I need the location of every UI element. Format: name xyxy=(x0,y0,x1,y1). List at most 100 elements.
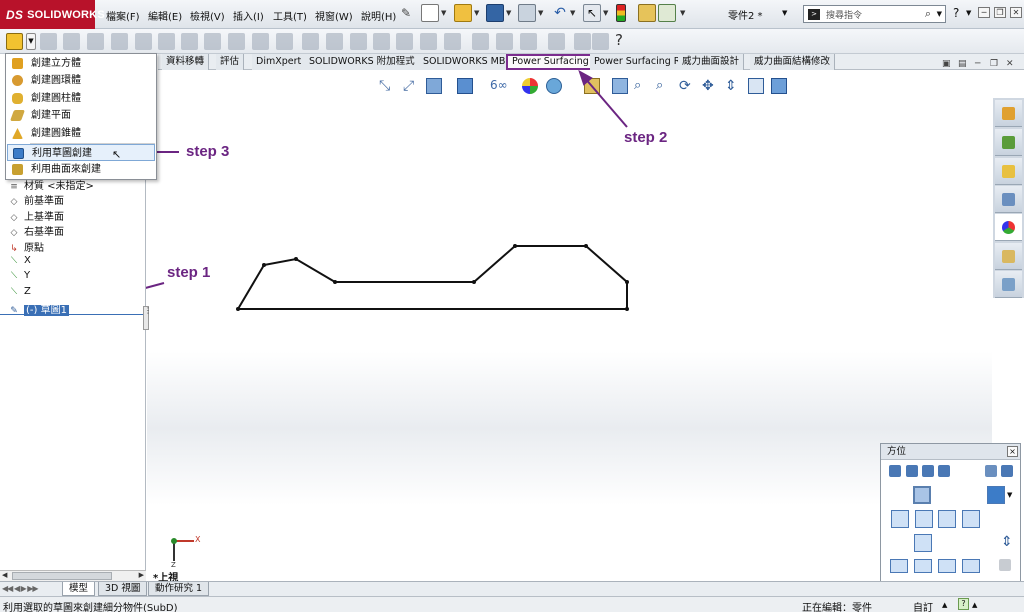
menu-item-label: 創建圓環體 xyxy=(31,75,81,86)
home-icon xyxy=(1002,107,1015,120)
chevron-down-icon[interactable]: ▼ xyxy=(1007,491,1012,499)
status-message: 利用選取的草圖來創建細分物件(SubD) xyxy=(3,603,178,612)
link-views-icon[interactable] xyxy=(999,559,1011,571)
menu-item-create-cylinder[interactable]: 創建圓柱體 xyxy=(7,90,155,107)
sketch-vertex xyxy=(294,257,298,261)
library-icon xyxy=(1002,136,1015,149)
two-view-vertical-icon[interactable] xyxy=(938,559,956,573)
tree-item-axis-x[interactable]: ⟍ X xyxy=(8,255,31,266)
view-top-icon[interactable] xyxy=(913,486,931,504)
file-explorer-tab[interactable] xyxy=(995,158,1022,185)
menu-item-create-plane[interactable]: 創建平面 xyxy=(7,107,155,124)
status-bar: 利用選取的草圖來創建細分物件(SubD) 正在編輯：零件 自訂 ▲ ? ▲ xyxy=(0,596,1024,612)
tree-item-axis-y[interactable]: ⟍ Y xyxy=(8,270,30,281)
axis-icon: ⟍ xyxy=(10,271,18,281)
folder-icon xyxy=(1002,165,1015,178)
triad-z-label: Z xyxy=(171,561,176,569)
tree-item-right-plane[interactable]: ◇ 右基準面 xyxy=(8,223,64,238)
tree-item-origin[interactable]: ↳ 原點 xyxy=(8,239,44,254)
two-view-horizontal-icon[interactable] xyxy=(914,559,932,573)
design-library-tab[interactable] xyxy=(995,129,1022,156)
view-front-icon[interactable] xyxy=(891,510,909,528)
view-tool-icon[interactable] xyxy=(906,465,918,477)
forum-tab[interactable] xyxy=(995,271,1022,298)
tab-motion-study[interactable]: 動作研究 1 xyxy=(148,582,210,596)
view-back-icon[interactable] xyxy=(915,510,933,528)
view-tool-icon[interactable] xyxy=(889,465,901,477)
scroll-right-icon[interactable]: ▶ xyxy=(139,571,144,579)
menu-item-create-from-surface[interactable]: 利用曲面來創建 xyxy=(7,161,155,178)
tree-item-top-plane[interactable]: ◇ 上基準面 xyxy=(8,208,64,223)
menu-item-create-cube[interactable]: 創建立方體 xyxy=(7,55,155,72)
scrollbar-thumb[interactable] xyxy=(12,572,112,580)
solidworks-resources-tab[interactable] xyxy=(995,100,1022,127)
cube-icon xyxy=(12,58,23,69)
tab-scroll-icon[interactable]: ◀◀ ◀ ▶ ▶▶ xyxy=(2,584,39,593)
custom-properties-tab[interactable] xyxy=(995,243,1022,270)
view-left-icon[interactable] xyxy=(938,510,956,528)
help-icon[interactable]: ? xyxy=(958,598,969,610)
sketch-subd-icon xyxy=(13,148,24,159)
menu-item-label: 創建圓錐體 xyxy=(31,128,81,139)
menu-item-label: 創建立方體 xyxy=(31,58,81,69)
tree-item-label: 前基準面 xyxy=(24,196,64,207)
single-view-icon[interactable] xyxy=(890,559,908,573)
sketch-vertex xyxy=(584,244,588,248)
origin-icon: ↳ xyxy=(10,244,18,254)
step2-label: step 2 xyxy=(624,129,668,146)
view-right-icon[interactable] xyxy=(962,510,980,528)
view-bottom-icon[interactable] xyxy=(914,534,932,552)
sketch-vertex xyxy=(236,307,240,311)
plane-icon: ◇ xyxy=(10,228,18,238)
view-tool-icon[interactable] xyxy=(922,465,934,477)
step3-label: step 3 xyxy=(186,143,230,160)
appearance-icon xyxy=(1002,221,1015,234)
units-selector[interactable]: 自訂 xyxy=(913,599,933,612)
tree-item-label: 原點 xyxy=(24,243,44,254)
close-button[interactable]: × xyxy=(1007,446,1018,457)
sketch-polyline xyxy=(236,245,628,310)
sketch-vertex xyxy=(333,280,337,284)
menu-item-create-torus[interactable]: 創建圓環體 xyxy=(7,72,155,89)
menu-item-label: 創建圓柱體 xyxy=(31,93,81,104)
view-tool-icon[interactable] xyxy=(938,465,950,477)
tree-item-label: X xyxy=(24,255,31,266)
view-selector-icon[interactable] xyxy=(987,486,1005,504)
tree-item-axis-z[interactable]: ⟍ Z xyxy=(8,286,31,297)
tree-item-label: 右基準面 xyxy=(24,227,64,238)
tree-item-label: Z xyxy=(24,286,31,297)
menu-item-create-from-sketch[interactable]: 利用草圖創建 ↖ xyxy=(7,144,155,161)
menu-item-label: 創建平面 xyxy=(31,110,71,121)
four-view-icon[interactable] xyxy=(962,559,980,573)
tree-horizontal-scrollbar[interactable]: ◀ ▶ xyxy=(0,570,146,581)
orientation-title: 方位 xyxy=(881,444,1020,460)
selection-underline xyxy=(0,314,146,315)
tree-item-label: 材質 <未指定> xyxy=(24,181,94,192)
surface-subd-icon xyxy=(12,164,23,175)
view-palette-tab[interactable] xyxy=(995,186,1022,213)
cone-icon xyxy=(12,128,23,139)
chevron-down-icon[interactable]: ▲ xyxy=(972,601,977,609)
chevron-down-icon[interactable]: ▲ xyxy=(942,601,947,609)
scroll-left-icon[interactable]: ◀ xyxy=(2,571,7,579)
panel-splitter-handle[interactable]: ⋮ xyxy=(143,306,152,330)
axis-icon: ⟍ xyxy=(10,256,18,266)
appearances-tab[interactable] xyxy=(995,214,1022,241)
torus-icon xyxy=(12,75,23,86)
normal-to-icon[interactable]: ⇕ xyxy=(1001,534,1013,550)
pin-view-icon[interactable] xyxy=(1001,465,1013,477)
step2-arrow xyxy=(583,76,628,128)
menu-item-create-cone[interactable]: 創建圓錐體 xyxy=(7,125,155,142)
bottom-tabs-bar: ◀◀ ◀ ▶ ▶▶ 模型 3D 視圖 動作研究 1 xyxy=(0,581,1024,596)
tab-model[interactable]: 模型 xyxy=(62,582,96,596)
tree-item-front-plane[interactable]: ◇ 前基準面 xyxy=(8,192,64,207)
sketch-vertex xyxy=(262,263,266,267)
create-primitive-dropdown: 創建立方體 創建圓環體 創建圓柱體 創建平面 創建圓錐體 利用草圖創建 ↖ 利用… xyxy=(5,53,157,180)
view-cube-icon[interactable] xyxy=(985,465,997,477)
step1-label: step 1 xyxy=(167,264,211,281)
material-icon: ≡ xyxy=(10,182,18,192)
palette-icon xyxy=(1002,193,1015,206)
tab-3d-views[interactable]: 3D 視圖 xyxy=(98,582,148,596)
task-pane-tabs xyxy=(993,98,1024,298)
plane-icon: ◇ xyxy=(10,213,18,223)
